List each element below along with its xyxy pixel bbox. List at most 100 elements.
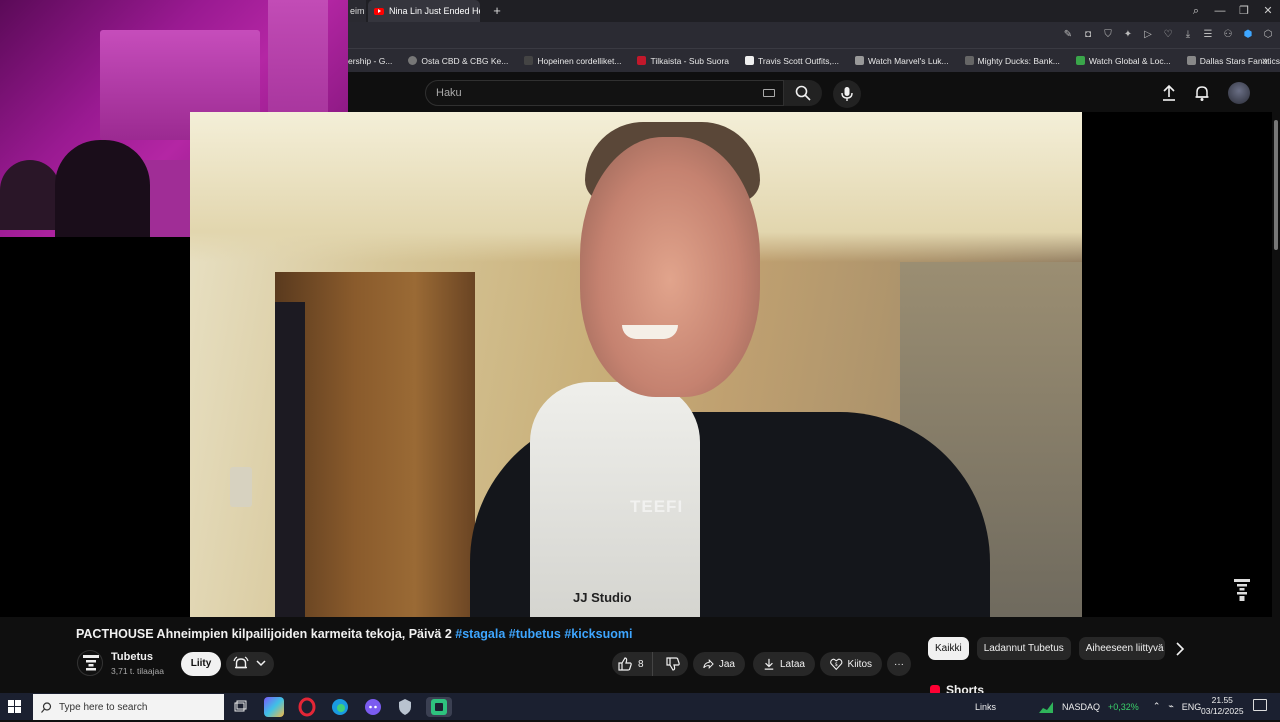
browser-tab-active[interactable]: Nina Lin Just Ended Her C: [368, 0, 480, 22]
discord-app-icon[interactable]: [363, 697, 383, 717]
bookmark-label: Watch Marvel's Luk...: [867, 55, 949, 66]
bookmark-item[interactable]: Osta CBD & CBG Ke...: [408, 56, 508, 66]
youtube-header: Haku: [348, 72, 1280, 112]
video-scene-face: [580, 137, 760, 397]
youtube-favicon-icon: [374, 7, 384, 15]
notification-center-icon[interactable]: [1253, 699, 1267, 711]
shield-app-icon[interactable]: [395, 697, 415, 717]
chevron-down-icon: [256, 660, 266, 667]
profile-icon[interactable]: ⚇: [1222, 29, 1234, 41]
video-scene-doorway: [275, 302, 305, 617]
tray-overflow-icon[interactable]: ⌃: [1153, 701, 1161, 712]
taskbar-clock[interactable]: 21.55 03/12/2025: [1201, 695, 1244, 717]
scrollbar-thumb[interactable]: [1274, 120, 1278, 250]
window-controls: ⌕ — ❐ ✕: [1184, 0, 1280, 22]
video-watermark: TEEFI: [630, 497, 684, 516]
svg-text:$: $: [834, 662, 837, 668]
new-tab-button[interactable]: +: [490, 0, 504, 22]
task-view-icon[interactable]: [230, 697, 250, 717]
stock-change: +0,32%: [1108, 701, 1139, 712]
super-thanks-icon: $: [830, 658, 843, 671]
subscriber-count: 3,71 t. tilaajaa: [111, 666, 164, 676]
page-scrollbar[interactable]: [1272, 112, 1280, 687]
edge-browser-icon[interactable]: [330, 697, 350, 717]
video-player[interactable]: TEEFI JJ Studio: [190, 112, 1082, 617]
video-title-text: PACTHOUSE Ahneimpien kilpailijoiden karm…: [76, 627, 456, 641]
bookmark-favicon-icon: [745, 56, 755, 65]
bookmarks-overflow-button[interactable]: »: [1262, 49, 1268, 72]
video-scene-light-switch: [230, 467, 252, 507]
voice-search-button[interactable]: [833, 80, 861, 108]
bookmark-favicon-icon: [964, 56, 974, 65]
browser-tab-previous[interactable]: eim: [348, 0, 366, 22]
menu-icon[interactable]: ☰: [1202, 29, 1214, 41]
video-details: PACTHOUSE Ahneimpien kilpailijoiden karm…: [0, 617, 1280, 697]
thumbs-up-icon: [618, 657, 632, 671]
search-button[interactable]: [784, 80, 822, 106]
extension-icons: ✎ ◘ ⛉ ✦ ▷ ♡ ⤓ ☰ ⚇ ⬢ ⬡: [1062, 22, 1274, 48]
bookmark-item[interactable]: Hopeinen cordelliket...: [524, 56, 621, 66]
camera-icon[interactable]: ◘: [1082, 29, 1094, 41]
cube-icon[interactable]: ⬡: [1262, 29, 1274, 41]
play-icon[interactable]: ▷: [1142, 29, 1154, 41]
minimize-button[interactable]: —: [1208, 0, 1232, 22]
chip-all[interactable]: Kaikki: [928, 637, 969, 660]
network-icon[interactable]: ⌁: [1168, 701, 1173, 712]
video-scene-door: [275, 272, 475, 617]
links-toolbar[interactable]: Links: [975, 702, 996, 712]
bookmark-favicon-icon: [854, 56, 864, 65]
thanks-label: Kiitos: [847, 658, 872, 670]
more-actions-button[interactable]: ···: [887, 652, 911, 676]
bookmark-label: Watch Global & Loc...: [1088, 55, 1171, 66]
channel-name[interactable]: Tubetus: [111, 651, 153, 663]
bookmark-item[interactable]: ership - G...: [348, 56, 392, 66]
language-indicator[interactable]: ENG: [1182, 702, 1202, 712]
channel-avatar[interactable]: [77, 650, 103, 676]
bookmark-item[interactable]: Tilkaista - Sub Suora: [637, 56, 729, 66]
stock-name[interactable]: NASDAQ: [1062, 702, 1100, 712]
account-avatar[interactable]: [1228, 82, 1250, 104]
video-hashtags[interactable]: #stagala #tubetus #kicksuomi: [455, 627, 632, 641]
search-icon: [41, 701, 52, 713]
chip-related[interactable]: Aiheeseen liittyvä: [1078, 637, 1165, 660]
clock-time: 21.55: [1211, 695, 1233, 705]
notifications-bell-icon[interactable]: [1193, 84, 1211, 102]
bookmark-favicon-icon: [524, 56, 534, 65]
extension-icon[interactable]: ✦: [1122, 29, 1134, 41]
bookmark-item[interactable]: Watch Marvel's Luk...: [854, 55, 949, 66]
heart-icon[interactable]: ♡: [1162, 29, 1174, 41]
chevron-right-icon[interactable]: [1170, 639, 1190, 659]
dislike-button[interactable]: [658, 652, 688, 676]
share-button[interactable]: Jaa: [693, 652, 745, 676]
bookmark-label: Travis Scott Outfits,...: [758, 55, 839, 66]
copilot-app-icon[interactable]: [264, 697, 284, 717]
video-letterbox-right: [1082, 112, 1280, 617]
subscription-notifications-button[interactable]: [226, 652, 274, 676]
like-button[interactable]: 8: [612, 652, 654, 676]
tab-search-icon[interactable]: ⌕: [1184, 0, 1208, 22]
download-button[interactable]: Lataa: [753, 652, 815, 676]
keyboard-icon[interactable]: [763, 89, 775, 97]
channel-watermark-icon[interactable]: [1233, 578, 1251, 602]
obs-app-icon[interactable]: [426, 697, 452, 717]
restore-button[interactable]: ❐: [1232, 0, 1256, 22]
edit-icon[interactable]: ✎: [1062, 29, 1074, 41]
taskbar-search-input[interactable]: Type here to search: [33, 694, 224, 720]
bookmark-label: Hopeinen cordelliket...: [537, 55, 622, 66]
thanks-button[interactable]: $ Kiitos: [820, 652, 882, 676]
vpn-icon[interactable]: ⬢: [1242, 29, 1254, 41]
search-input[interactable]: Haku: [425, 80, 784, 106]
bookmark-item[interactable]: Mighty Ducks: Bank...: [964, 56, 1060, 66]
close-button[interactable]: ✕: [1256, 0, 1280, 22]
upload-icon[interactable]: [1160, 84, 1178, 102]
bookmark-item[interactable]: Travis Scott Outfits,...: [745, 56, 839, 66]
join-button[interactable]: Liity: [181, 652, 221, 676]
windows-start-button[interactable]: [8, 700, 22, 714]
shield-icon[interactable]: ⛉: [1102, 29, 1114, 41]
microphone-icon: [841, 87, 853, 101]
bookmark-item[interactable]: Watch Global & Loc...: [1075, 55, 1171, 66]
search-icon: [795, 85, 811, 101]
download-icon[interactable]: ⤓: [1182, 29, 1194, 41]
chip-from-channel[interactable]: Ladannut Tubetus: [976, 637, 1071, 660]
opera-browser-icon[interactable]: [297, 697, 317, 717]
